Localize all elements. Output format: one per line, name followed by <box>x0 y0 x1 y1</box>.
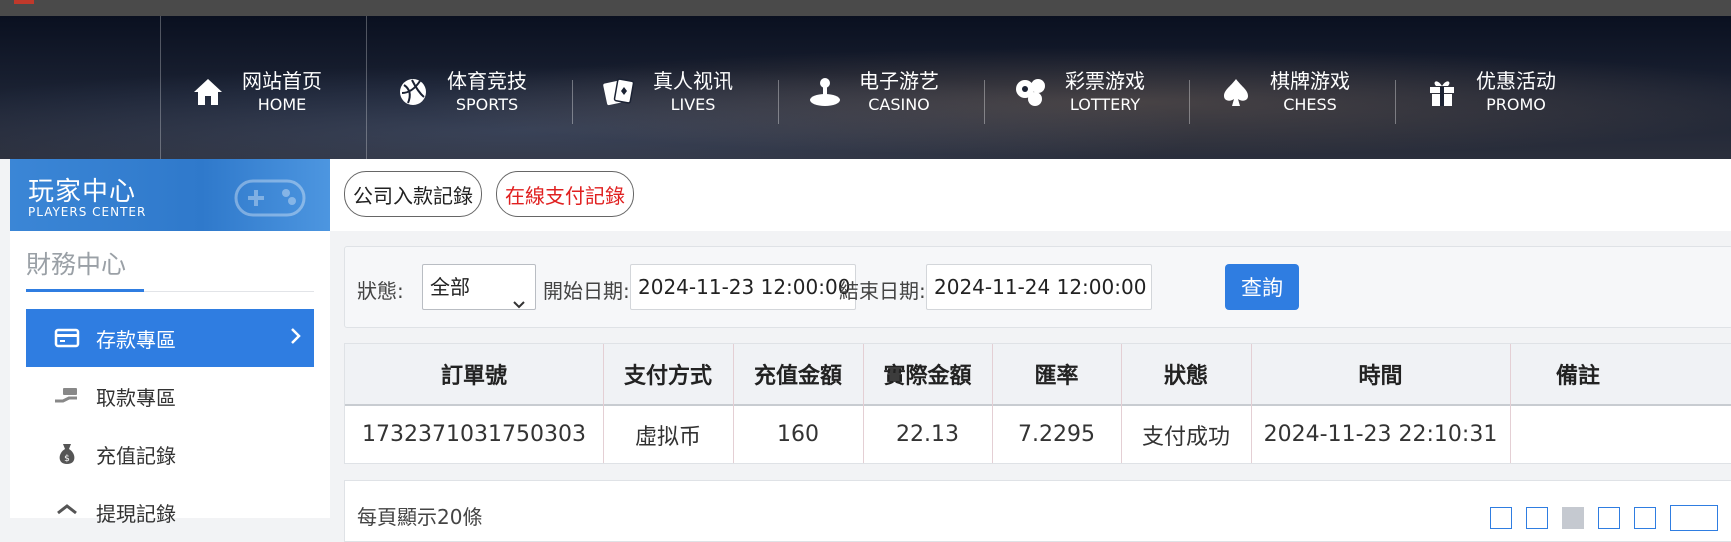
prev-page-button[interactable] <box>1526 507 1548 529</box>
joystick-icon <box>805 72 845 112</box>
cell-payment-method: 虛拟币 <box>634 424 701 450</box>
nav-label-en: LIVES <box>670 95 716 114</box>
nav-label-cn: 电子游艺 <box>859 69 939 93</box>
start-date-label: 開始日期: <box>543 279 630 303</box>
sidebar-item-label: 取款專區 <box>96 385 176 410</box>
nav-separator <box>778 80 779 124</box>
cash-hand-icon <box>50 385 84 407</box>
status-select-value: 全部 <box>430 275 470 299</box>
nav-item-lives[interactable]: 真人视讯 LIVES <box>599 62 733 122</box>
home-icon <box>188 72 228 112</box>
cell-status: 支付成功 <box>1141 424 1230 450</box>
nav-divider <box>160 16 161 159</box>
top-navigation: 网站首页 HOME 体育竞技 SPORTS 真人视讯 LIVES 电子游艺 CASINO… <box>0 16 1731 159</box>
nav-item-promo[interactable]: 优惠活动 PROMO <box>1422 62 1556 122</box>
page-size-text: 每頁顯示20條 <box>357 505 483 529</box>
nav-item-lottery[interactable]: 彩票游戏 LOTTERY <box>1011 62 1145 122</box>
sidebar-item-deposit[interactable]: 存款專區 <box>26 309 314 367</box>
sidebar-item-recharge-record[interactable]: $ 充值記錄 <box>26 425 314 483</box>
tab-indicator <box>14 0 34 4</box>
end-date-label: 結束日期: <box>839 279 926 303</box>
next-page-button[interactable] <box>1598 507 1620 529</box>
spade-icon <box>1216 72 1256 112</box>
finance-center-title: 財務中心 <box>26 250 127 279</box>
players-center-title: 玩家中心 <box>28 177 137 207</box>
column-header-status: 狀態 <box>1163 364 1208 389</box>
main-content: 公司入款記錄 在線支付記錄 狀態: 全部 開始日期: 2024-11-23 12… <box>330 159 1731 542</box>
query-button[interactable]: 查詢 <box>1225 264 1299 310</box>
end-date-input[interactable]: 2024-11-24 12:00:00 <box>926 264 1152 310</box>
cell-actual-amount: 22.13 <box>896 422 959 447</box>
nav-item-chess[interactable]: 棋牌游戏 CHESS <box>1216 62 1350 122</box>
nav-label-en: HOME <box>257 95 307 114</box>
nav-label-en: SPORTS <box>455 95 519 114</box>
cell-recharge-amount: 160 <box>777 422 819 447</box>
nav-separator <box>572 80 573 124</box>
withdraw-icon <box>50 501 84 523</box>
last-page-button[interactable] <box>1634 507 1656 529</box>
current-page-button[interactable] <box>1562 507 1584 529</box>
column-header-time: 時間 <box>1358 364 1403 389</box>
players-center-subtitle: PLAYERS CENTER <box>28 205 147 219</box>
gift-icon <box>1422 72 1462 112</box>
column-header-actual-amount: 實際金額 <box>883 364 972 389</box>
nav-separator <box>1395 80 1396 124</box>
cell-order-no: 1732371031750303 <box>362 422 586 447</box>
svg-text:$: $ <box>64 454 70 464</box>
records-table: 訂單號 支付方式 充值金額 實際金額 匯率 狀態 時間 備註 173237103… <box>344 343 1731 464</box>
pagination-bar: 每頁顯示20條 <box>344 480 1731 542</box>
sidebar-item-label: 存款專區 <box>96 327 176 352</box>
nav-label-en: CASINO <box>868 95 930 114</box>
start-date-input[interactable]: 2024-11-23 12:00:00 <box>630 264 856 310</box>
nav-item-home[interactable]: 网站首页 HOME <box>188 62 322 122</box>
cell-time: 2024-11-23 22:10:31 <box>1263 422 1498 447</box>
nav-divider <box>366 16 367 159</box>
nav-label-en: CHESS <box>1283 95 1337 114</box>
page-jump-input[interactable] <box>1670 505 1718 531</box>
players-center-header: 玩家中心 PLAYERS CENTER <box>10 159 330 231</box>
nav-label-cn: 彩票游戏 <box>1065 69 1145 93</box>
tab-online-payment[interactable]: 在線支付記錄 <box>496 171 634 217</box>
sidebar-item-withdraw[interactable]: 取款專區 <box>26 367 314 425</box>
filter-bar: 狀態: 全部 開始日期: 2024-11-23 12:00:00 結束日期: 2… <box>344 246 1731 328</box>
column-header-recharge-amount: 充值金額 <box>753 364 842 389</box>
chevron-down-icon <box>512 281 526 325</box>
nav-separator <box>1189 80 1190 124</box>
first-page-button[interactable] <box>1490 507 1512 529</box>
section-underline <box>26 289 144 292</box>
cell-remark <box>1510 406 1646 463</box>
status-label: 狀態: <box>357 279 404 303</box>
nav-label-cn: 棋牌游戏 <box>1270 69 1350 93</box>
nav-label-cn: 体育竞技 <box>447 69 527 93</box>
nav-label-cn: 真人视讯 <box>653 69 733 93</box>
nav-item-casino[interactable]: 电子游艺 CASINO <box>805 62 939 122</box>
sidebar-item-label: 提現記錄 <box>96 501 176 526</box>
ball-icon <box>393 72 433 112</box>
gamepad-icon <box>230 171 310 229</box>
sidebar-item-withdraw-record[interactable]: 提現記錄 <box>26 483 314 541</box>
status-select[interactable]: 全部 <box>422 264 536 310</box>
column-header-order-no: 訂單號 <box>440 364 507 389</box>
nav-separator <box>984 80 985 124</box>
sidebar: 玩家中心 PLAYERS CENTER 財務中心 存款專區 取款專區 $ 充值記… <box>10 159 330 526</box>
lottery-balls-icon <box>1011 72 1051 112</box>
tab-company-deposit[interactable]: 公司入款記錄 <box>344 171 482 217</box>
nav-item-sports[interactable]: 体育竞技 SPORTS <box>393 62 527 122</box>
chevron-right-icon <box>290 326 302 351</box>
nav-label-cn: 网站首页 <box>242 69 322 93</box>
nav-label-en: LOTTERY <box>1069 95 1141 114</box>
card-icon <box>50 327 84 349</box>
column-header-payment-method: 支付方式 <box>623 364 712 389</box>
cards-icon <box>599 72 639 112</box>
nav-label-en: PROMO <box>1486 95 1546 114</box>
cell-rate: 7.2295 <box>1018 422 1095 447</box>
browser-top-strip <box>0 0 1731 17</box>
pagination-controls <box>1490 505 1731 531</box>
column-header-remark: 備註 <box>1555 364 1600 389</box>
column-header-rate: 匯率 <box>1034 364 1079 389</box>
record-tabs: 公司入款記錄 在線支付記錄 <box>330 159 1731 231</box>
sidebar-item-label: 充值記錄 <box>96 443 176 468</box>
money-bag-icon: $ <box>50 442 84 466</box>
nav-label-cn: 优惠活动 <box>1476 69 1556 93</box>
